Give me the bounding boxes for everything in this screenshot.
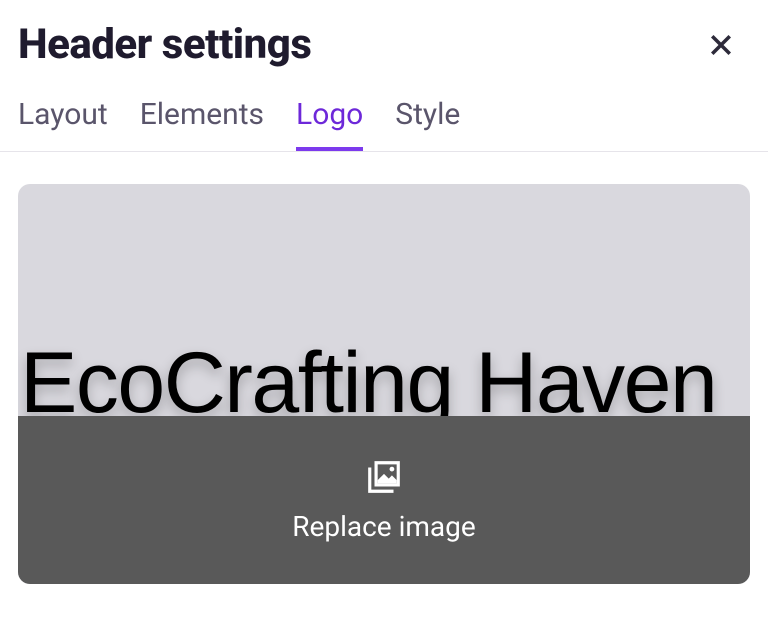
image-stack-icon [365,458,403,496]
panel-header: Header settings [0,0,768,69]
logo-preview[interactable]: EcoCrafting Haven Replace image [18,184,750,584]
panel-title: Header settings [18,20,311,69]
tab-elements[interactable]: Elements [140,97,264,151]
replace-image-button[interactable]: Replace image [18,416,750,584]
tab-logo[interactable]: Logo [296,97,363,151]
replace-image-label: Replace image [292,510,475,543]
close-icon [706,30,736,60]
tabs: Layout Elements Logo Style [0,69,768,152]
content-area: EcoCrafting Haven Replace image [0,152,768,584]
tab-layout[interactable]: Layout [18,97,108,151]
tab-style[interactable]: Style [395,97,460,151]
close-button[interactable] [700,24,742,66]
